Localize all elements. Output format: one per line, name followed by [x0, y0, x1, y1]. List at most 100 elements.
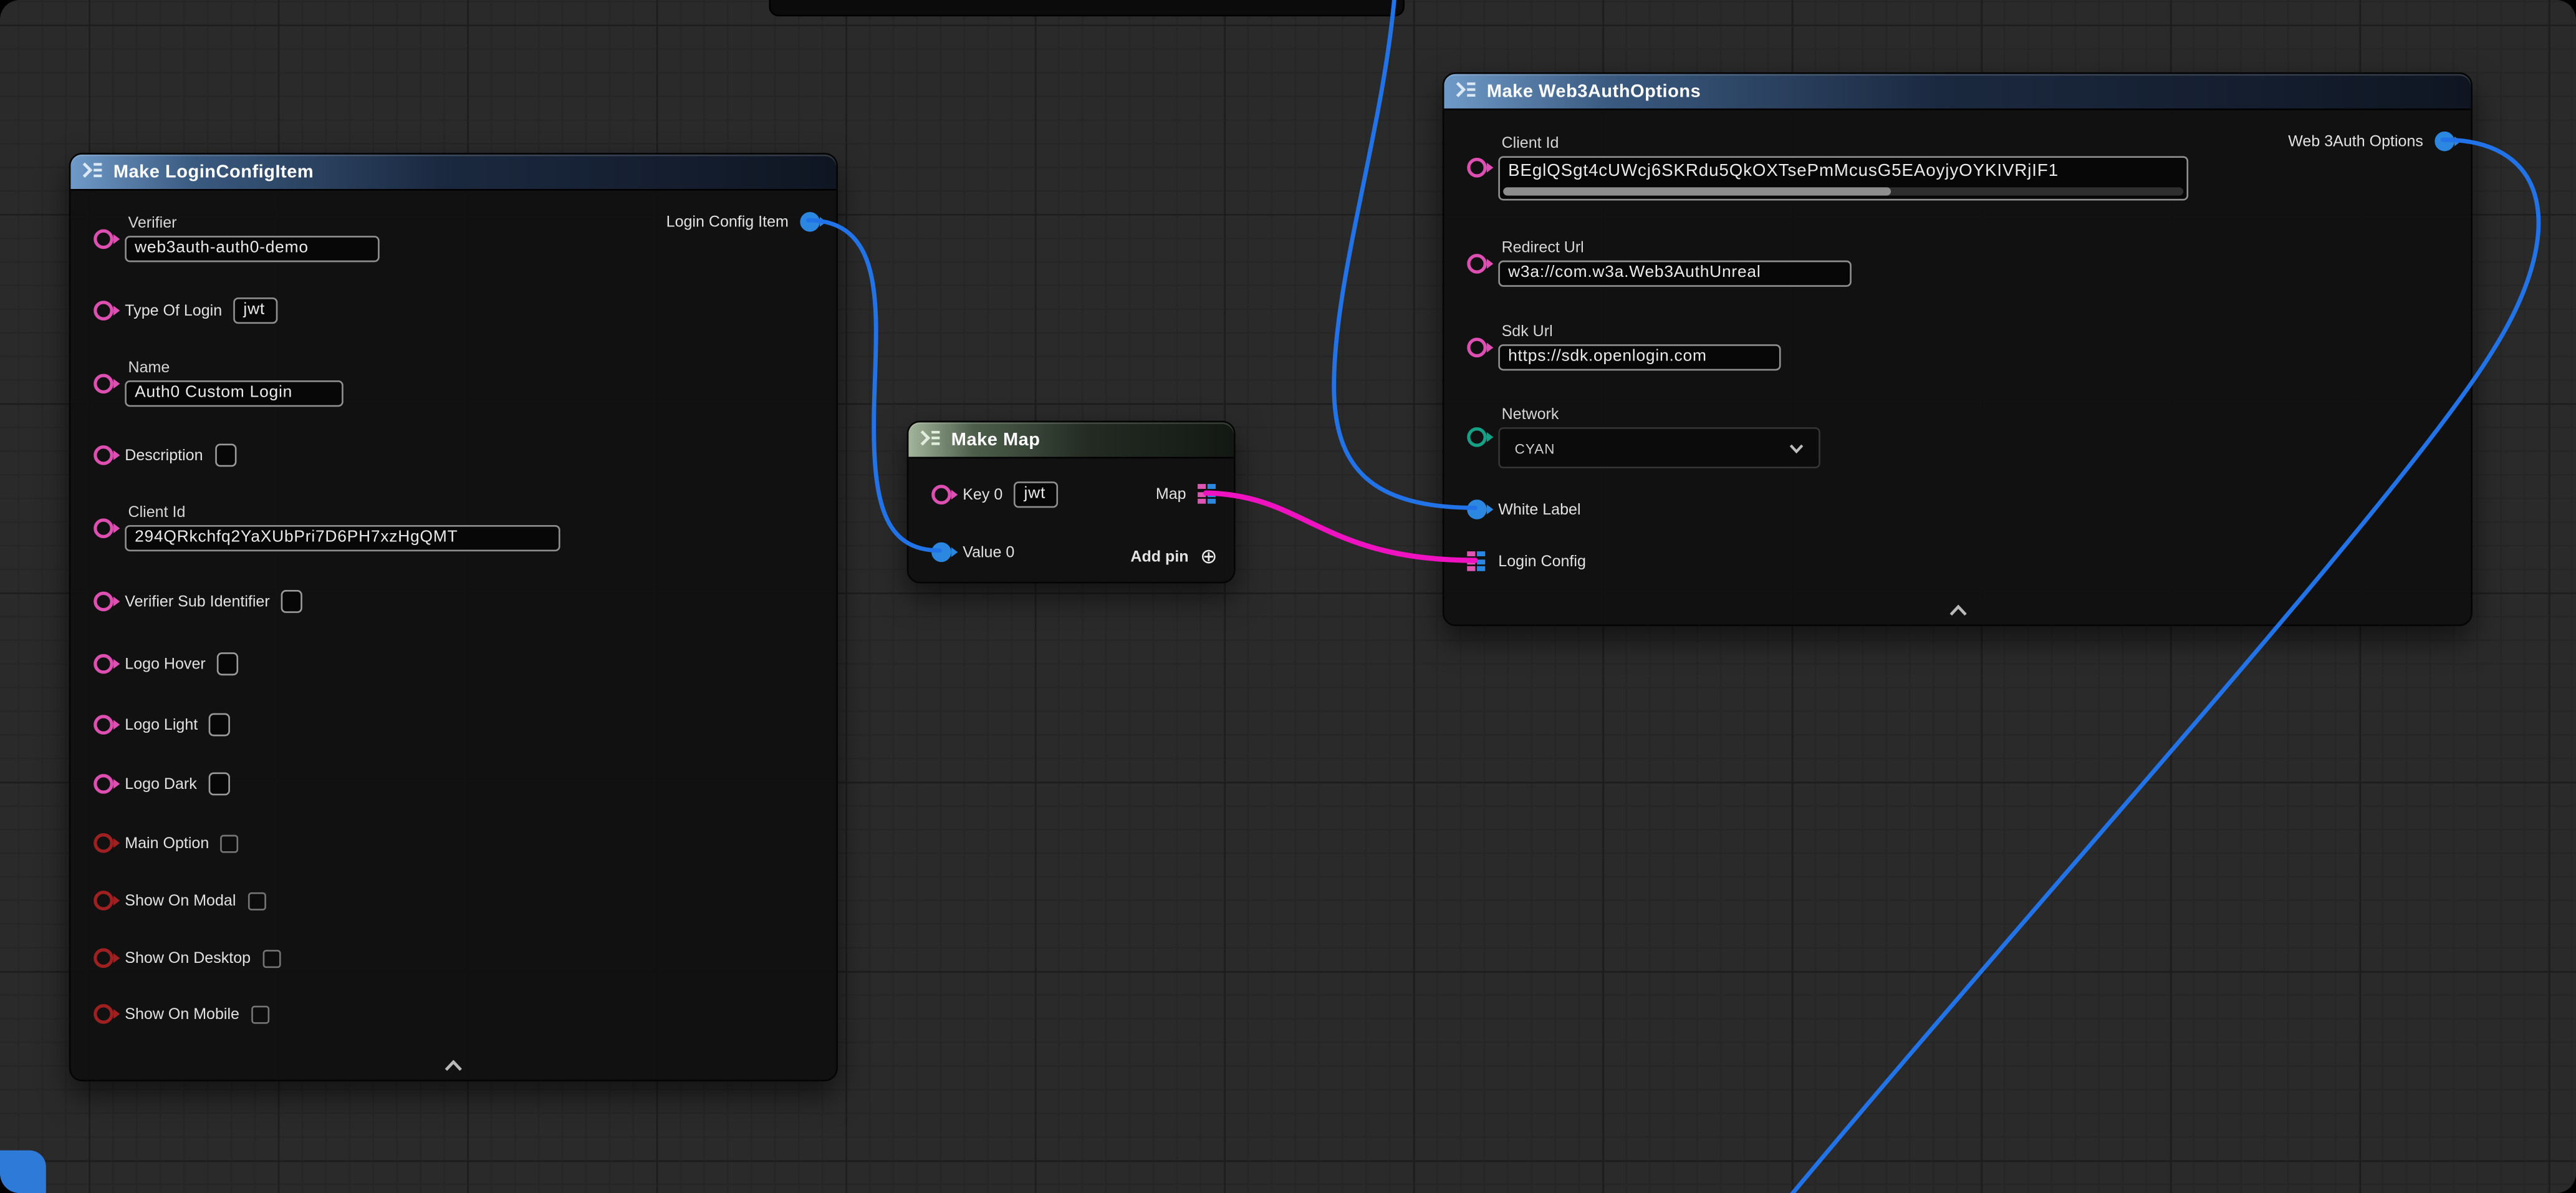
- node-make-web3authoptions[interactable]: Make Web3AuthOptions Web 3Auth Options C…: [1443, 72, 2473, 626]
- pin-web3auth-options-output[interactable]: [2434, 132, 2454, 152]
- logo-hover-label: Logo Hover: [125, 655, 205, 673]
- node-header-make-map[interactable]: Make Map: [908, 422, 1234, 458]
- client-id-input[interactable]: BEglQSgt4cUWcj6SKRdu5QkOXTsePmMcusG5EAoy…: [1498, 156, 2188, 200]
- pin-row-login-config-item-output: Login Config Item: [666, 212, 820, 232]
- show-on-mobile-checkbox[interactable]: [251, 1005, 269, 1023]
- value-0-label: Value 0: [963, 543, 1014, 561]
- pin-show-on-desktop[interactable]: [94, 949, 113, 968]
- pin-network[interactable]: [1467, 427, 1487, 447]
- node-header-make-loginconfigitem[interactable]: Make LoginConfigItem: [70, 155, 836, 191]
- pin-row-white-label: White Label: [1467, 500, 1580, 519]
- map-key-cell: [1198, 499, 1205, 504]
- map-key-cell: [1198, 484, 1205, 489]
- client-id-label: Client Id: [1502, 135, 2189, 153]
- white-label-label: White Label: [1498, 500, 1580, 518]
- offscreen-node-corner[interactable]: [0, 1151, 46, 1193]
- pin-row-name: Name Auth0 Custom Login: [94, 359, 344, 407]
- verifier-label: Verifier: [128, 215, 380, 233]
- pin-show-on-modal[interactable]: [94, 891, 113, 910]
- logo-dark-input[interactable]: [208, 773, 229, 796]
- client-id-scrollbar-track: [1503, 187, 2183, 195]
- client-id-text: BEglQSgt4cUWcj6SKRdu5QkOXTsePmMcusG5EAoy…: [1508, 161, 2181, 181]
- map-output-label: Map: [1156, 486, 1186, 504]
- pin-verifier[interactable]: [94, 228, 113, 248]
- wire-map-to-login-config[interactable]: [1206, 493, 1475, 561]
- pin-logo-light[interactable]: [94, 715, 113, 735]
- logo-dark-label: Logo Dark: [125, 775, 197, 793]
- key-0-input[interactable]: jwt: [1014, 481, 1059, 508]
- main-option-checkbox[interactable]: [221, 834, 239, 852]
- login-config-label: Login Config: [1498, 553, 1586, 571]
- pin-login-config[interactable]: [1467, 551, 1487, 572]
- pin-verifier-sub-identifier[interactable]: [94, 592, 113, 612]
- network-selected-value: CYAN: [1515, 440, 1555, 456]
- name-input[interactable]: Auth0 Custom Login: [125, 380, 343, 407]
- show-on-desktop-label: Show On Desktop: [125, 949, 251, 967]
- logo-light-input[interactable]: [209, 713, 231, 737]
- pin-description[interactable]: [94, 445, 113, 465]
- pin-map-output[interactable]: [1198, 484, 1218, 505]
- node-make-map[interactable]: Make Map Key 0 jwt Map Value 0 Add pin ⊕: [907, 421, 1236, 584]
- sdk-url-input[interactable]: https://sdk.openlogin.com: [1498, 344, 1781, 370]
- pin-row-value-0: Value 0: [931, 543, 1014, 563]
- type-of-login-label: Type Of Login: [125, 302, 222, 320]
- pin-main-option[interactable]: [94, 833, 113, 853]
- pin-sdk-url[interactable]: [1467, 337, 1487, 357]
- pin-row-sdk-url: Sdk Url https://sdk.openlogin.com: [1467, 323, 1781, 370]
- client-id-scrollbar-thumb[interactable]: [1503, 187, 1891, 195]
- pin-row-logo-light: Logo Light: [94, 713, 231, 737]
- offscreen-node-bottom-edge[interactable]: [769, 0, 1405, 16]
- map-key-cell: [1467, 566, 1474, 571]
- redirect-url-label: Redirect Url: [1502, 239, 1852, 257]
- show-on-mobile-label: Show On Mobile: [125, 1005, 239, 1023]
- map-value-cell: [1478, 559, 1485, 564]
- client-id-input[interactable]: 294QRkchfq2YaXUbPri7D6PH7xzHgQMT: [125, 525, 560, 551]
- pin-row-show-on-mobile: Show On Mobile: [94, 1004, 269, 1024]
- pin-type-of-login[interactable]: [94, 301, 113, 321]
- description-input[interactable]: [214, 444, 236, 467]
- node-header-make-web3authoptions[interactable]: Make Web3AuthOptions: [1444, 74, 2471, 110]
- logo-hover-input[interactable]: [217, 652, 238, 675]
- pin-row-logo-dark: Logo Dark: [94, 773, 229, 796]
- pin-client-id[interactable]: [94, 518, 113, 538]
- redirect-url-input[interactable]: w3a://com.w3a.Web3AuthUnreal: [1498, 261, 1852, 287]
- blueprint-graph-canvas[interactable]: Make LoginConfigItem Login Config Item V…: [0, 0, 2576, 1193]
- pin-row-verifier: Verifier web3auth-auth0-demo: [94, 215, 380, 262]
- pin-row-type-of-login: Type Of Login jwt: [94, 297, 278, 324]
- pin-show-on-mobile[interactable]: [94, 1004, 113, 1024]
- map-value-cell: [1208, 484, 1215, 489]
- network-label: Network: [1502, 406, 1820, 424]
- verifier-input[interactable]: web3auth-auth0-demo: [125, 236, 379, 262]
- make-struct-icon: [1456, 80, 1477, 103]
- pin-row-redirect-url: Redirect Url w3a://com.w3a.Web3AuthUnrea…: [1467, 239, 1852, 286]
- map-value-cell: [1478, 551, 1485, 556]
- sdk-url-label: Sdk Url: [1502, 323, 1781, 341]
- map-value-cell: [1208, 499, 1215, 504]
- collapse-chevron-icon[interactable]: [1948, 605, 1966, 616]
- pin-name[interactable]: [94, 373, 113, 393]
- description-label: Description: [125, 446, 203, 464]
- main-option-label: Main Option: [125, 834, 209, 852]
- map-value-cell: [1208, 491, 1215, 496]
- pin-logo-dark[interactable]: [94, 774, 113, 794]
- collapse-chevron-icon[interactable]: [445, 1060, 463, 1071]
- verifier-sub-identifier-input[interactable]: [281, 590, 302, 613]
- node-title: Make Map: [951, 430, 1040, 450]
- map-key-cell: [1198, 491, 1205, 496]
- show-on-modal-checkbox[interactable]: [248, 892, 266, 910]
- pin-login-config-item-output[interactable]: [800, 212, 820, 232]
- pin-logo-hover[interactable]: [94, 654, 113, 674]
- pin-value-0[interactable]: [931, 543, 951, 563]
- add-pin-button[interactable]: Add pin ⊕: [1130, 547, 1217, 568]
- type-of-login-input[interactable]: jwt: [234, 297, 278, 324]
- pin-white-label[interactable]: [1467, 500, 1487, 519]
- node-make-loginconfigitem[interactable]: Make LoginConfigItem Login Config Item V…: [69, 153, 838, 1081]
- verifier-sub-identifier-label: Verifier Sub Identifier: [125, 592, 269, 611]
- client-id-label: Client Id: [128, 504, 560, 522]
- pin-client-id[interactable]: [1467, 158, 1487, 178]
- logo-light-label: Logo Light: [125, 716, 198, 734]
- pin-redirect-url[interactable]: [1467, 253, 1487, 273]
- network-dropdown[interactable]: CYAN: [1498, 427, 1820, 468]
- pin-key-0[interactable]: [931, 485, 951, 505]
- show-on-desktop-checkbox[interactable]: [262, 949, 281, 967]
